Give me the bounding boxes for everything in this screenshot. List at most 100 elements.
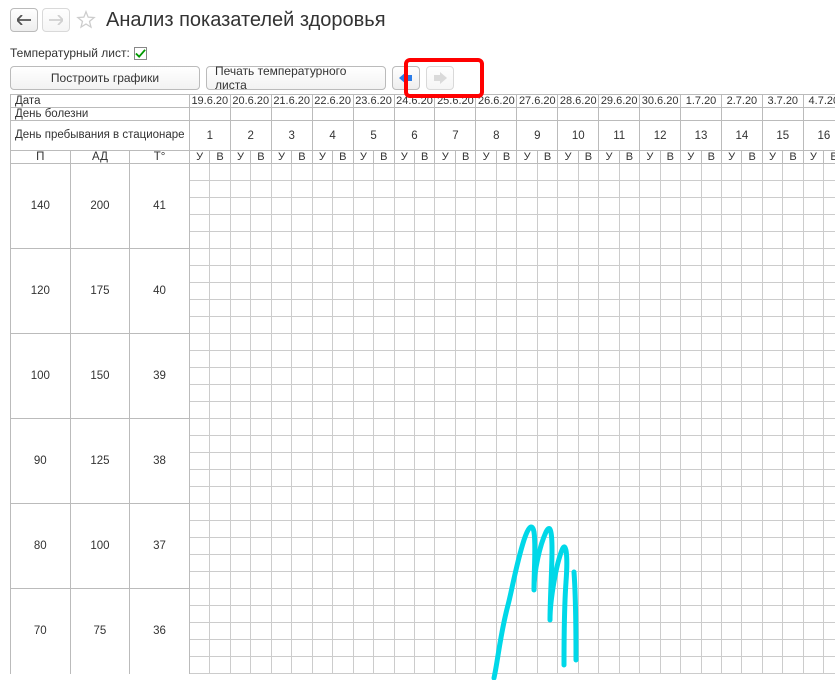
chart-grid-cell [414,453,434,470]
chart-grid-cell [721,198,741,215]
chart-grid-cell [640,385,660,402]
chart-grid-cell [578,317,598,334]
chart-grid-cell [619,402,639,419]
chart-grid-cell [537,317,557,334]
chart-grid-cell [599,419,619,436]
stay-day-cell: 4 [312,121,353,151]
chart-grid-cell [619,351,639,368]
chart-grid-cell [681,521,701,538]
chart-grid-cell [742,215,762,232]
chart-grid-cell [414,283,434,300]
chart-grid-cell [251,504,271,521]
chart-grid-cell [660,640,680,657]
chart-grid-cell [353,181,373,198]
chart-grid-cell [496,249,516,266]
chart-grid-cell [558,470,578,487]
chart-grid-cell [496,215,516,232]
chart-grid-cell [271,436,291,453]
next-period-button[interactable] [426,66,454,90]
chart-grid-cell [517,521,537,538]
print-temp-sheet-button[interactable]: Печать температурного листа [206,66,386,90]
chart-grid-cell [762,521,782,538]
chart-grid-cell [537,572,557,589]
chart-grid-cell [599,402,619,419]
back-button[interactable] [10,8,38,32]
chart-grid-cell [476,283,496,300]
date-cell: 4.7.20 [803,95,835,108]
chart-grid-cell [599,198,619,215]
chart-grid-cell [496,385,516,402]
chart-grid-cell [210,385,230,402]
chart-grid-cell [599,657,619,674]
chart-grid-cell [578,436,598,453]
chart-grid-cell [824,606,835,623]
chart-grid-cell [742,504,762,521]
chart-grid-cell [701,385,721,402]
chart-grid-cell [640,215,660,232]
chart-grid-cell [660,521,680,538]
chart-grid-cell [803,606,823,623]
scale-header-p: П [11,151,71,164]
chart-grid-cell [476,300,496,317]
chart-grid-cell [783,606,803,623]
chart-grid-cell [721,351,741,368]
chart-grid-cell [455,385,475,402]
chart-grid-cell [251,453,271,470]
chart-grid-cell [210,521,230,538]
scale-t-value: 36 [130,589,190,674]
chart-grid-cell [455,606,475,623]
chart-grid-cell [640,555,660,572]
temp-sheet-checkbox[interactable] [134,47,147,60]
chart-grid-cell [681,470,701,487]
chart-grid-cell [599,436,619,453]
chart-grid-cell [742,317,762,334]
chart-grid-cell [721,657,741,674]
chart-grid-cell [701,317,721,334]
favorite-star-icon[interactable] [74,8,98,32]
chart-grid-cell [292,555,312,572]
chart-grid-cell [333,606,353,623]
chart-grid-cell [558,606,578,623]
chart-grid-cell [599,470,619,487]
chart-grid-cell [558,623,578,640]
chart-grid-cell [660,249,680,266]
chart-grid-cell [251,351,271,368]
chart-grid-cell [230,487,250,504]
chart-grid-cell [660,453,680,470]
chart-grid-cell [333,215,353,232]
chart-grid-cell [414,368,434,385]
chart-grid-cell [762,266,782,283]
chart-grid-cell [742,657,762,674]
chart-grid-cell [803,215,823,232]
chart-grid-cell [742,334,762,351]
chart-grid-cell [292,623,312,640]
date-cell: 29.6.20 [599,95,640,108]
chart-grid-cell [374,266,394,283]
build-charts-button[interactable]: Построить графики [10,66,200,90]
chart-grid-cell [599,351,619,368]
chart-grid-cell [333,283,353,300]
chart-grid-cell [455,470,475,487]
chart-grid-cell [824,538,835,555]
chart-grid-cell [803,317,823,334]
chart-grid-cell [762,504,782,521]
chart-grid-cell [189,419,209,436]
chart-grid-cell [333,164,353,181]
chart-grid-cell [210,368,230,385]
stay-day-cell: 7 [435,121,476,151]
prev-period-button[interactable] [392,66,420,90]
scale-p-value: 120 [11,249,71,334]
chart-grid-cell [803,385,823,402]
chart-grid-cell [578,385,598,402]
chart-grid-cell [721,521,741,538]
chart-grid-cell [251,572,271,589]
chart-grid-cell [333,436,353,453]
chart-grid-cell [210,453,230,470]
chart-grid-cell [476,555,496,572]
chart-grid-cell [271,266,291,283]
chart-grid-cell [619,300,639,317]
chart-grid-cell [517,249,537,266]
forward-button[interactable] [42,8,70,32]
chart-grid-cell [230,249,250,266]
chart-grid-cell [701,470,721,487]
